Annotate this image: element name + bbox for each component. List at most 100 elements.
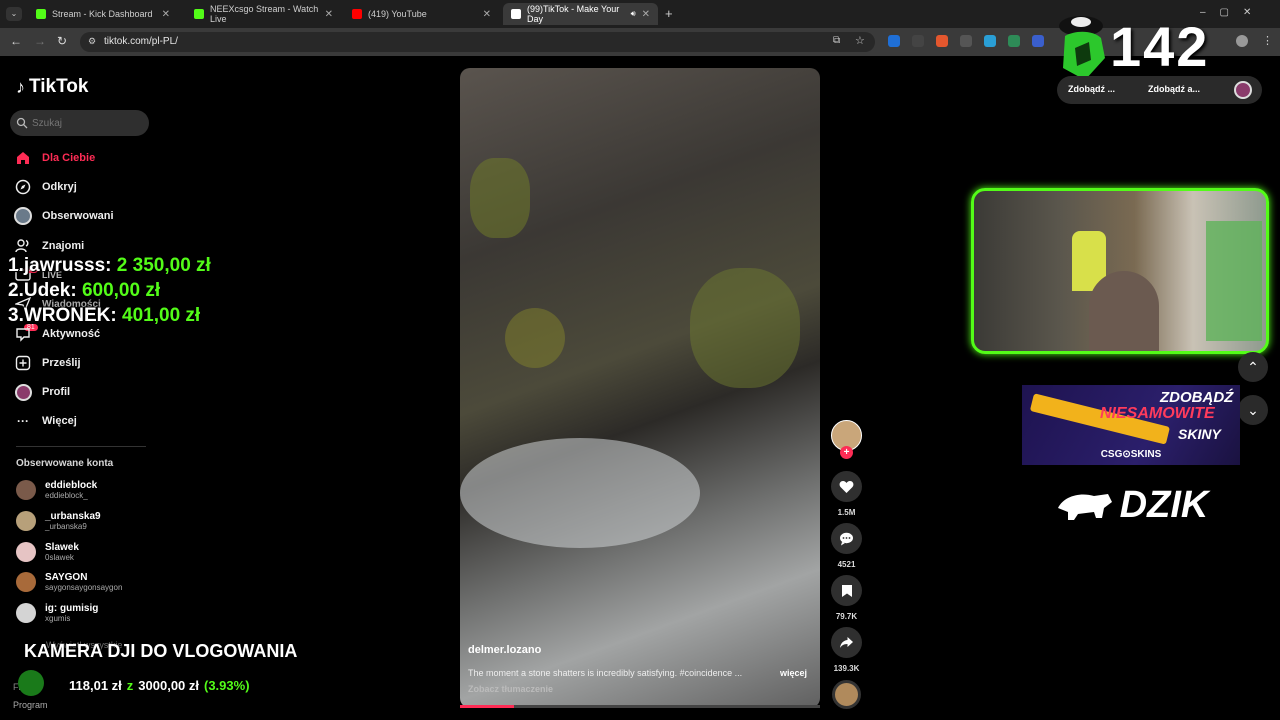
share-action[interactable]: 139.3K	[831, 627, 862, 673]
browser-menu-icon[interactable]: ⋮	[1262, 34, 1273, 47]
account-item[interactable]: _urbanska9 _urbanska9	[16, 511, 101, 531]
extension-icon[interactable]	[936, 35, 948, 47]
search-box[interactable]	[10, 110, 149, 136]
sidebar-item-following[interactable]: Obserwowani	[14, 205, 114, 227]
next-video-button[interactable]: ⌄	[1238, 395, 1268, 425]
account-handle: saygonsaygonsaygon	[45, 583, 123, 592]
account-item[interactable]: SAYGON saygonsaygonsaygon	[16, 572, 122, 592]
sidebar-item-for-you[interactable]: Dla Ciebie	[14, 147, 95, 169]
account-handle: 0slawek	[45, 553, 74, 562]
sidebar-item-explore[interactable]: Odkryj	[14, 176, 77, 198]
kick-icon	[36, 9, 46, 19]
ad-headline-2: NIESAMOWITE	[1100, 405, 1215, 422]
avatar	[16, 572, 36, 592]
goal-current: 118,01 zł	[69, 678, 122, 693]
extension-icon[interactable]	[1008, 35, 1020, 47]
donation-goal-progress: 118,01 zł z 3000,00 zł (3.93%)	[69, 678, 250, 693]
account-item[interactable]: eddieblock eddieblock_	[16, 480, 97, 500]
bookmark-icon[interactable]	[831, 575, 862, 606]
url-text[interactable]: tiktok.com/pl-PL/	[104, 36, 178, 47]
account-item[interactable]: Slawek 0slawek	[16, 542, 79, 562]
bookmark-star-icon[interactable]: ☆	[855, 34, 865, 47]
extension-icon[interactable]	[888, 35, 900, 47]
sidebar-item-more[interactable]: ··· Więcej	[14, 410, 77, 432]
follow-plus-icon[interactable]: +	[840, 446, 853, 459]
search-icon	[16, 117, 28, 129]
stream-counter: 142	[1110, 15, 1210, 78]
sidebar-item-label: Odkryj	[42, 181, 77, 193]
tiktok-note-icon: ♪	[16, 76, 25, 97]
tab-label: (419) YouTube	[368, 9, 427, 19]
avatar	[16, 603, 36, 623]
profile-avatar-icon[interactable]	[1236, 35, 1248, 47]
more-icon: ···	[17, 414, 29, 428]
caption-more-button[interactable]: więcej	[780, 668, 807, 678]
tab-youtube[interactable]: (419) YouTube ✕	[344, 3, 499, 25]
save-count: 79.7K	[835, 612, 858, 621]
youtube-icon	[352, 9, 362, 19]
site-info-icon[interactable]: ⚙	[88, 36, 96, 47]
tiktok-icon	[511, 9, 521, 19]
avatar	[16, 511, 36, 531]
url-field[interactable]	[80, 32, 875, 52]
goal-logo-icon	[18, 670, 44, 696]
video-player[interactable]	[460, 68, 820, 708]
leaderboard-row: 1.jawrusss: 2 350,00 zł	[8, 255, 211, 276]
account-handle: _urbanska9	[45, 522, 87, 531]
sidebar-item-profile[interactable]: Profil	[14, 381, 70, 403]
comment-count: 4521	[837, 560, 856, 569]
sidebar-item-label: Aktywność	[42, 328, 101, 340]
share-count: 139.3K	[833, 664, 860, 673]
back-icon[interactable]: ←	[10, 34, 22, 48]
extension-icon[interactable]	[960, 35, 972, 47]
close-icon[interactable]: ✕	[642, 9, 650, 20]
extension-icon[interactable]	[912, 35, 924, 47]
close-icon[interactable]: ✕	[325, 9, 333, 20]
promo-item-2[interactable]: Zdobądź a...	[1148, 84, 1200, 94]
video-caption: The moment a stone shatters is incredibl…	[468, 668, 743, 678]
goal-percent: (3.93%)	[204, 678, 250, 693]
tab-label: NEEXcsgo Stream - Watch Live	[210, 4, 319, 24]
promo-avatar-icon[interactable]	[1234, 81, 1252, 99]
translate-button[interactable]: Zobacz tłumaczenie	[468, 684, 553, 694]
sidebar-item-label: Znajomi	[42, 240, 85, 252]
like-action[interactable]: 1.5M	[831, 471, 862, 517]
sidebar-item-label: Więcej	[42, 415, 77, 427]
footer-program-link[interactable]: Program	[13, 700, 48, 710]
tab-tiktok[interactable]: (99)TikTok - Make Your Day 🔊︎ ✕	[503, 3, 658, 25]
comment-action[interactable]: 4521	[831, 523, 862, 569]
music-disc-icon[interactable]	[832, 680, 861, 709]
streamer	[1089, 271, 1159, 351]
close-icon[interactable]: ✕	[483, 9, 491, 20]
reload-icon[interactable]: ↻	[57, 34, 67, 48]
window-controls[interactable]: –▢✕	[1200, 7, 1265, 18]
account-name: SAYGON	[45, 572, 88, 583]
account-item[interactable]: ig: gumisig xgumis	[16, 603, 98, 623]
extension-icon[interactable]	[1032, 35, 1044, 47]
video-progress-bar[interactable]	[460, 705, 820, 708]
install-icon[interactable]: ⧉	[833, 35, 840, 46]
extension-icon[interactable]	[984, 35, 996, 47]
donation-goal-title: KAMERA DJI DO VLOGOWANIA	[24, 641, 298, 661]
video-author[interactable]: delmer.lozano	[468, 644, 541, 656]
search-input[interactable]	[32, 117, 142, 129]
tiktok-logo[interactable]: ♪ TikTok	[16, 76, 88, 98]
promo-item-1[interactable]: Zdobądź ...	[1068, 84, 1115, 94]
leaderboard-row: 2.Udek: 600,00 zł	[8, 280, 161, 301]
close-icon[interactable]: ✕	[162, 9, 170, 20]
moss-patch	[470, 158, 530, 238]
heart-icon[interactable]	[831, 471, 862, 502]
speaker-icon[interactable]: 🔊︎	[631, 9, 636, 19]
tab-kick-dashboard[interactable]: Stream - Kick Dashboard ✕	[28, 3, 178, 25]
forward-icon[interactable]: →	[34, 34, 46, 48]
followed-accounts-title: Obserwowane konta	[16, 458, 114, 469]
previous-video-button[interactable]: ⌃	[1238, 352, 1268, 382]
sidebar-item-upload[interactable]: Prześlij	[14, 352, 81, 374]
save-action[interactable]: 79.7K	[831, 575, 862, 621]
tab-neexcsgo-stream[interactable]: NEEXcsgo Stream - Watch Live ✕	[186, 3, 341, 25]
comment-icon[interactable]	[831, 523, 862, 554]
new-tab-button[interactable]: +	[665, 6, 673, 21]
tab-list-dropdown[interactable]: ⌄	[6, 7, 22, 21]
share-icon[interactable]	[831, 627, 862, 658]
kick-icon	[194, 9, 204, 19]
